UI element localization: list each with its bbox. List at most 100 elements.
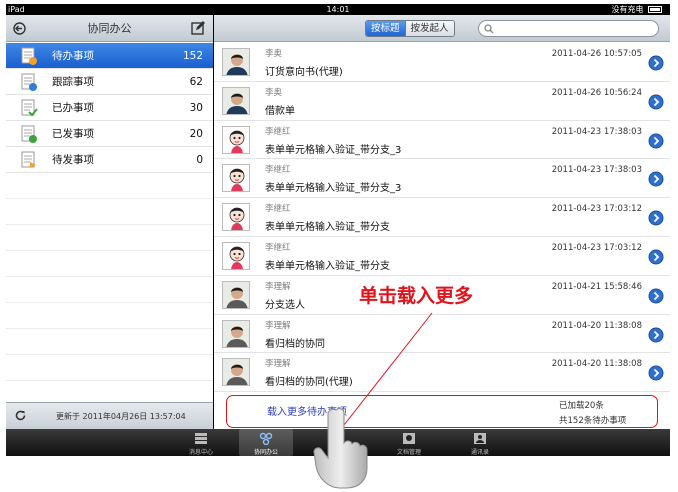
disclosure-arrow-icon[interactable] — [648, 365, 664, 381]
disclosure-arrow-icon[interactable] — [648, 210, 664, 226]
item-subject: 订货意向书(代理) — [265, 67, 343, 78]
draft-doc-icon — [21, 151, 36, 168]
left-footer: 更新于 2011年04月26日 13:57:04 — [6, 402, 213, 429]
menu-label: 跟踪事项 — [52, 76, 94, 88]
disclosure-arrow-icon[interactable] — [648, 327, 664, 343]
done-doc-icon — [21, 99, 38, 117]
tab-label: 协同办公 — [253, 449, 278, 456]
disclosure-arrow-icon[interactable] — [648, 94, 664, 110]
sent-doc-icon — [21, 125, 37, 143]
empty-rows — [6, 173, 213, 381]
refresh-icon[interactable] — [14, 409, 27, 422]
list-item[interactable]: 李继红 表单单元格输入验证_带分支_3 2011-04-23 17:38:03 — [214, 120, 670, 160]
segment-by-title[interactable]: 按标题 — [366, 21, 405, 36]
address-book-icon — [474, 433, 486, 444]
battery-label: 没有充电 — [611, 5, 644, 14]
tab-address-book[interactable]: 通讯录 — [453, 429, 507, 456]
item-date: 2011-04-20 11:38:08 — [551, 359, 642, 370]
list-item[interactable]: 李奥 订货意向书(代理) 2011-04-26 10:57:05 — [214, 43, 670, 82]
annotation-text: 单击载入更多 — [359, 285, 474, 307]
item-date: 2011-04-23 17:03:12 — [551, 242, 642, 253]
disclosure-arrow-icon[interactable] — [648, 171, 664, 187]
segment-by-sender[interactable]: 按发起人 — [404, 21, 454, 36]
list-item[interactable]: 李理解看归档的协同 2011-04-20 11:38:08 — [214, 314, 670, 354]
sender-name: 李理解 — [265, 359, 291, 370]
disclosure-arrow-icon[interactable] — [648, 288, 664, 304]
item-date: 2011-04-23 17:03:12 — [551, 204, 642, 215]
menu-count: 152 — [182, 50, 203, 62]
avatar — [222, 358, 250, 387]
right-navbar: 按标题 按发起人 — [214, 15, 670, 42]
item-subject: 分支选人 — [265, 299, 305, 311]
sender-name: 李理解 — [265, 320, 291, 331]
list-item[interactable]: 李继红 表单单元格输入验证_带分支_3 2011-04-23 17:38:03 — [214, 159, 670, 199]
list-item[interactable]: 李理解看归档的协同(代理) 2011-04-20 11:38:08 — [214, 353, 670, 393]
item-subject: 看归档的协同(代理) — [265, 377, 353, 389]
menu-item-pending[interactable]: 待办事项 152 — [6, 43, 213, 69]
item-date: 2011-04-21 15:58:46 — [551, 281, 642, 292]
sender-name: 李理解 — [265, 281, 291, 292]
collaboration-icon — [259, 432, 273, 445]
item-subject: 借款单 — [265, 105, 295, 117]
sort-segmented-control: 按标题 按发起人 — [365, 20, 455, 37]
menu-count: 20 — [189, 128, 203, 140]
status-bar: iPad 14:01 没有充电 — [6, 4, 670, 15]
battery-icon — [648, 6, 662, 13]
total-count: 共152条待办事项 — [559, 416, 627, 426]
avatar — [222, 164, 250, 193]
menu-label: 已发事项 — [52, 128, 94, 140]
sender-name: 李奥 — [265, 87, 283, 98]
list-item[interactable]: 李继红 表单单元格输入验证_带分支 2011-04-23 17:03:12 — [214, 236, 670, 276]
avatar — [222, 125, 250, 154]
menu-item-sent[interactable]: 已发事项 20 — [6, 121, 213, 147]
tab-message-center[interactable]: 消息中心 — [174, 429, 228, 456]
item-date: 2011-04-23 17:38:03 — [551, 165, 642, 176]
message-center-icon — [195, 433, 207, 444]
tap-hand-icon — [313, 408, 368, 489]
left-pane: 协同办公 待办事项 152 跟踪事项 62 已办事项 30 已发事项 20 待发… — [6, 15, 213, 429]
search-input[interactable] — [478, 20, 659, 37]
menu-count: 0 — [196, 154, 203, 166]
document-management-icon — [403, 433, 415, 444]
menu-item-tracking[interactable]: 跟踪事项 62 — [6, 69, 213, 95]
menu-item-draft[interactable]: 待发事项 0 — [6, 147, 213, 173]
menu-count: 62 — [189, 76, 203, 88]
list-item[interactable]: 李奥 借款单 2011-04-26 10:56:24 — [214, 81, 670, 121]
item-date: 2011-04-26 10:57:05 — [551, 49, 642, 59]
loaded-count: 已加载20条 — [559, 401, 604, 411]
left-navbar: 协同办公 — [6, 15, 213, 42]
compose-icon[interactable] — [191, 21, 205, 35]
tab-label: 文档管理 — [396, 449, 421, 456]
avatar — [222, 86, 250, 115]
menu-item-done[interactable]: 已办事项 30 — [6, 95, 213, 121]
tab-label: 通讯录 — [470, 449, 489, 456]
tab-collaboration[interactable]: 协同办公 — [239, 429, 293, 456]
avatar — [222, 319, 250, 348]
list-item[interactable]: 李继红表单单元格输入验证_带分支 2011-04-23 17:03:12 — [214, 198, 670, 237]
avatar — [222, 203, 250, 232]
search-icon — [484, 24, 494, 34]
load-more-button[interactable]: 载入更多待办事项 已加载20条 共152条待办事项 — [226, 395, 658, 428]
item-date: 2011-04-20 11:38:08 — [551, 320, 642, 331]
item-subject: 看归档的协同 — [265, 338, 325, 350]
disclosure-arrow-icon[interactable] — [648, 133, 664, 149]
pending-doc-icon — [21, 47, 37, 65]
item-subject: 表单单元格输入验证_带分支 — [265, 222, 390, 234]
avatar — [222, 241, 250, 270]
sender-name: 李继红 — [265, 242, 291, 253]
item-subject: 表单单元格输入验证_带分支_3 — [265, 183, 402, 195]
pending-items-list: 李奥 订货意向书(代理) 2011-04-26 10:57:05 李奥 借款单 2011-… — [214, 43, 670, 393]
menu-count: 30 — [189, 102, 203, 114]
battery-status: 没有充电 — [611, 4, 662, 15]
disclosure-arrow-icon[interactable] — [648, 55, 664, 71]
sender-name: 李继红 — [265, 204, 291, 215]
last-updated-text: 更新于 2011年04月26日 13:57:04 — [56, 412, 186, 421]
tab-documents[interactable]: 文档管理 — [382, 429, 436, 456]
tab-label: 消息中心 — [188, 449, 213, 456]
clock: 14:01 — [326, 5, 350, 14]
left-nav-title: 协同办公 — [87, 22, 132, 35]
ipad-screen: iPad 14:01 没有充电 协同办公 待办事项 152 跟踪事项 62 已办… — [6, 4, 670, 456]
item-date: 2011-04-23 17:38:03 — [551, 126, 642, 137]
item-subject: 表单单元格输入验证_带分支_3 — [265, 144, 402, 156]
disclosure-arrow-icon[interactable] — [648, 249, 664, 265]
